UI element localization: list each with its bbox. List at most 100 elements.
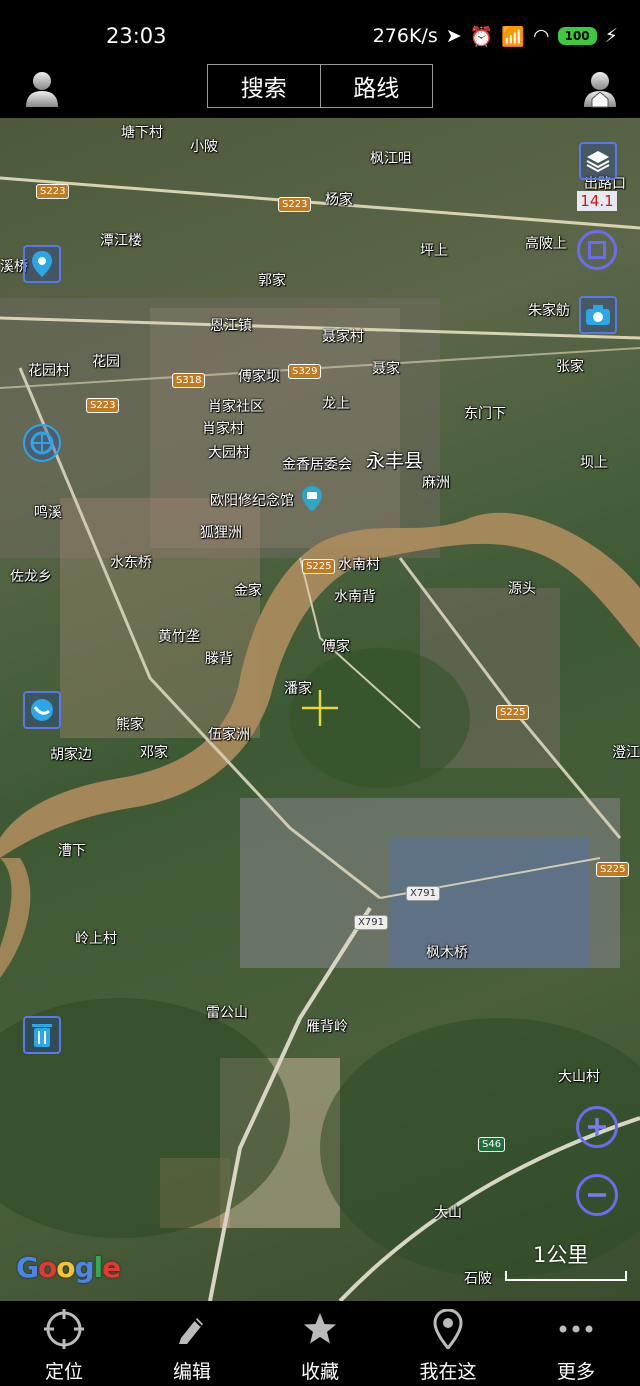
battery-badge: 100: [557, 27, 597, 45]
status-time: 23:03: [106, 24, 167, 48]
zoom-in-button[interactable]: [576, 1106, 618, 1148]
place-label: 漕下: [58, 843, 86, 859]
nav-more[interactable]: 更多: [512, 1301, 640, 1386]
nav-here[interactable]: 我在这: [384, 1301, 512, 1386]
road-shield: S223: [278, 197, 312, 212]
place-label: 胡家边: [50, 747, 92, 763]
road-shield: S329: [288, 364, 322, 379]
place-label: 张家: [556, 359, 584, 375]
place-label: 枫木桥: [426, 945, 468, 961]
top-bar: 搜索 路线: [0, 64, 640, 118]
square-draw-button[interactable]: [577, 230, 617, 270]
satellite-icon: [31, 699, 53, 721]
layers-button[interactable]: [579, 142, 617, 180]
road-shield: S225: [496, 705, 530, 720]
camera-button[interactable]: [579, 296, 617, 334]
status-bar: 23:03 276K/s ➤ ⏰ 📶 ◠ 100 ⚡: [0, 0, 640, 64]
place-label: 大山: [434, 1205, 462, 1221]
pin-icon: [426, 1307, 470, 1351]
place-label: 伍家洲: [208, 727, 250, 743]
road-shield: S225: [302, 559, 336, 574]
nav-label: 收藏: [300, 1361, 339, 1383]
place-label: 郭家: [258, 273, 286, 289]
user-avatar-icon[interactable]: [20, 67, 64, 111]
track-button[interactable]: [23, 691, 61, 729]
zoom-out-button[interactable]: [576, 1174, 618, 1216]
nav-favorites[interactable]: 收藏: [256, 1301, 384, 1386]
place-label: 花园村: [28, 363, 70, 379]
locate-icon: [42, 1307, 86, 1351]
charging-icon: ⚡: [604, 25, 618, 47]
nav-edit[interactable]: 编辑: [128, 1301, 256, 1386]
place-label: 邓家: [140, 745, 168, 761]
compass-icon: [30, 431, 54, 455]
location-arrow-icon: ➤: [445, 25, 462, 47]
place-label: 朱家舫: [528, 303, 570, 319]
place-label: 傅家坝: [238, 369, 280, 385]
place-label: 肖家社区: [208, 399, 264, 415]
net-speed: 276K/s: [372, 25, 438, 47]
user-home-icon[interactable]: [578, 67, 622, 111]
place-label: 水南背: [334, 589, 376, 605]
pin-icon: [32, 251, 52, 277]
place-label: 花园: [92, 354, 120, 370]
place-label: 滕背: [205, 651, 233, 667]
satellite-map[interactable]: 塘下村 小陂 枫江咀 杨家 出路口 潭江楼 坪上 高陂上 郭家 溪桥 朱家舫 恩…: [0, 118, 640, 1301]
place-label: 黄竹垄: [158, 629, 200, 645]
nav-locate[interactable]: 定位: [0, 1301, 128, 1386]
place-label: 雷公山: [206, 1005, 248, 1021]
place-label: 雁背岭: [306, 1019, 348, 1035]
scale-label: 1公里: [533, 1243, 589, 1267]
bottom-nav: 定位 编辑 收藏 我在这 更多: [0, 1301, 640, 1386]
nav-label: 编辑: [172, 1361, 211, 1383]
place-label: 枫江咀: [370, 151, 412, 167]
place-label: 傅家: [322, 639, 350, 655]
place-label: 坪上: [420, 243, 448, 259]
tab-search[interactable]: 搜索: [208, 65, 320, 107]
signal-icon: 📶: [501, 25, 525, 48]
place-label: 金香居委会: [282, 457, 352, 473]
place-label: 龙上: [322, 396, 350, 412]
place-label: 狐狸洲: [200, 525, 242, 541]
star-icon: [298, 1307, 342, 1351]
place-label: 麻洲: [422, 475, 450, 491]
place-label: 大园村: [208, 445, 250, 461]
poi-marker-button[interactable]: [23, 245, 61, 283]
place-label: 鸣溪: [34, 505, 62, 521]
place-label: 水南村: [338, 557, 380, 573]
place-label: 恩江镇: [210, 318, 252, 334]
place-label: 肖家村: [202, 421, 244, 437]
scale-bar: [505, 1271, 627, 1281]
map-imagery: [0, 176, 640, 1301]
clear-button[interactable]: [23, 1016, 61, 1054]
road-shield: S223: [86, 398, 120, 413]
place-label: 聂家: [372, 361, 400, 377]
road-shield: X791: [354, 915, 388, 930]
road-shield: S46: [478, 1137, 506, 1152]
road-shield: S223: [36, 184, 70, 199]
place-label: 塘下村: [121, 125, 163, 141]
alarm-icon: ⏰: [469, 25, 494, 48]
place-label: 潘家: [284, 681, 312, 697]
camera-icon: [586, 305, 610, 325]
zoom-level-badge: 14.1: [577, 191, 617, 211]
mode-switch: 搜索 路线: [207, 64, 433, 108]
measure-button[interactable]: [23, 424, 61, 462]
wifi-icon: ◠: [533, 25, 550, 47]
trash-icon: [32, 1024, 52, 1047]
pencil-icon: [170, 1307, 214, 1351]
museum-poi-icon[interactable]: [302, 486, 322, 512]
place-label: 佐龙乡: [10, 569, 52, 585]
place-label: 大山村: [558, 1069, 600, 1085]
place-label: 岭上村: [75, 931, 117, 947]
place-label: 高陂上: [525, 236, 567, 252]
layers-icon: [586, 151, 610, 173]
more-icon: [554, 1307, 598, 1351]
tab-route[interactable]: 路线: [319, 65, 433, 107]
place-label: 永丰县: [366, 450, 424, 472]
square-icon: [588, 241, 606, 259]
place-label: 坝上: [580, 455, 608, 471]
road-shield: S225: [596, 862, 630, 877]
place-label: 澄江: [612, 745, 640, 761]
nav-label: 更多: [556, 1361, 595, 1383]
